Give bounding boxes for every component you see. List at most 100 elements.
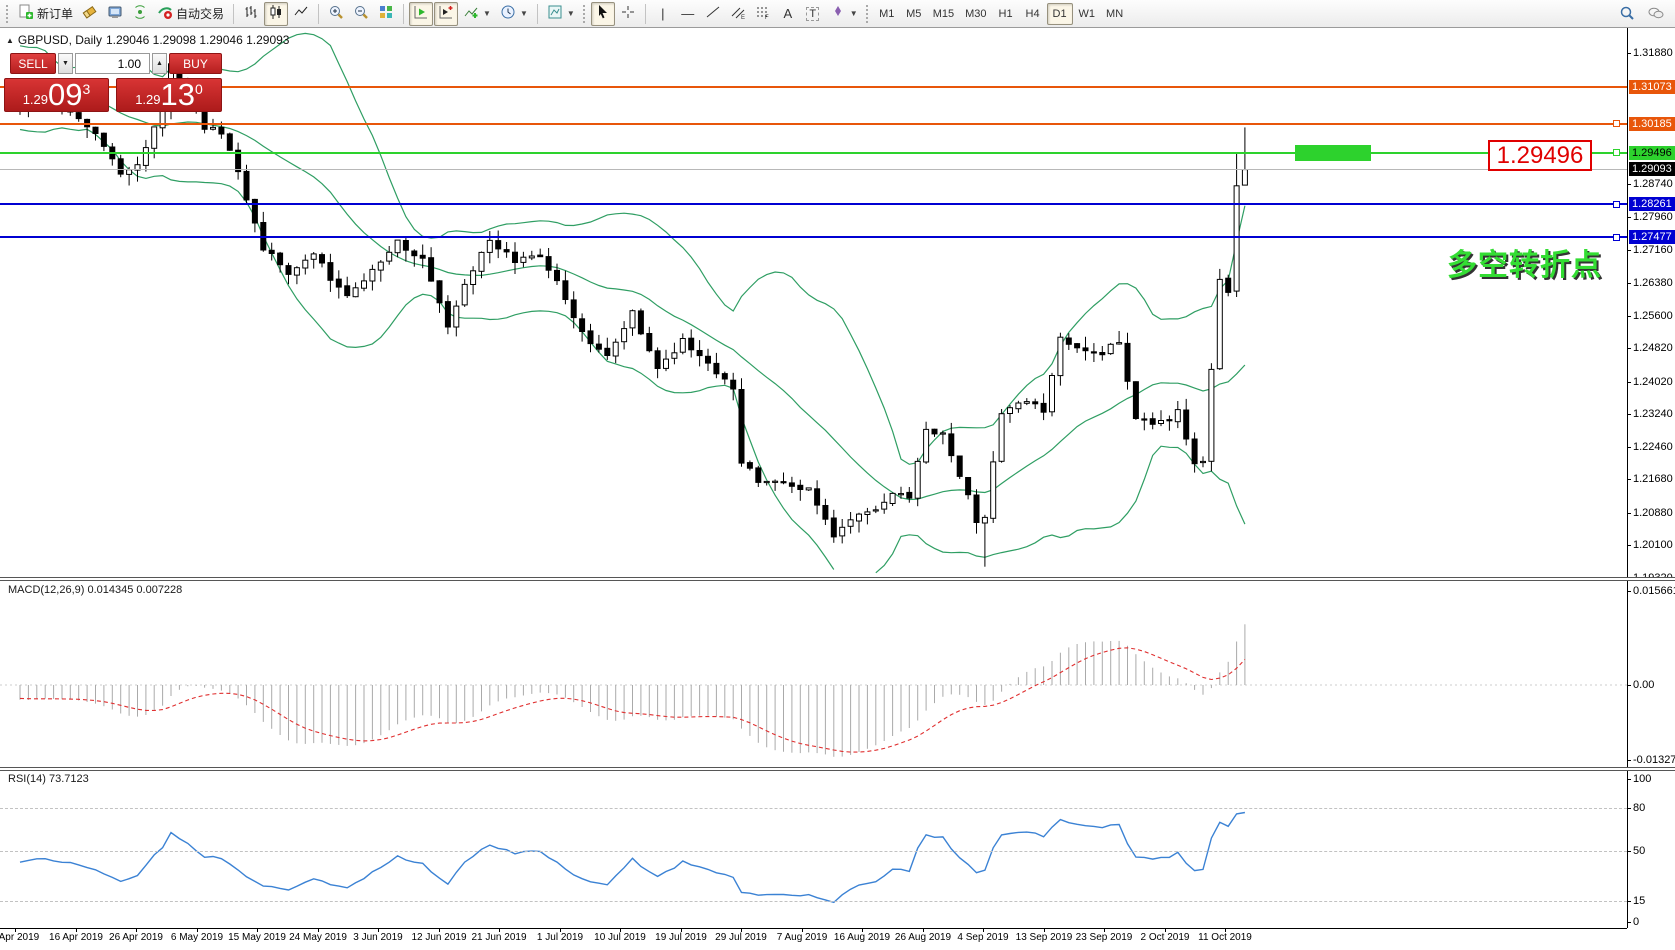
crosshair-button[interactable] xyxy=(616,2,640,26)
date-tick-label: 21 Jun 2019 xyxy=(471,932,526,943)
buy-price-box[interactable]: 1.29130 xyxy=(116,78,222,112)
chat-button[interactable] xyxy=(1643,2,1669,26)
horizontal-level-line[interactable] xyxy=(0,203,1627,205)
tab-timeframe-D1[interactable]: D1 xyxy=(1047,3,1073,25)
trendline-button[interactable] xyxy=(701,2,725,26)
buy-price-pip: 0 xyxy=(195,81,203,97)
zoom-out-button[interactable] xyxy=(349,2,373,26)
date-tick-label: 19 Jul 2019 xyxy=(655,932,707,943)
price-axis-line xyxy=(1627,28,1628,928)
date-tick-label: 3 Jun 2019 xyxy=(353,932,403,943)
tab-timeframe-M5[interactable]: M5 xyxy=(901,3,927,25)
volume-value: 1.00 xyxy=(118,57,141,71)
new-order-button[interactable]: 新订单 xyxy=(14,2,77,26)
price-callout-text: 1.29496 xyxy=(1497,142,1584,170)
horizontal-level-line[interactable] xyxy=(0,86,1627,88)
price-callout-box[interactable]: 1.29496 xyxy=(1488,140,1592,171)
candlestick-chart-button[interactable] xyxy=(264,2,288,26)
horizontal-line-button[interactable]: — xyxy=(676,2,700,26)
date-tick-label: 15 May 2019 xyxy=(228,932,286,943)
tile-windows-button[interactable] xyxy=(374,2,398,26)
toolbar-separator xyxy=(537,4,538,24)
price-tick-label: 1.24020 xyxy=(1633,376,1673,388)
auto-trading-button[interactable]: 自动交易 xyxy=(153,2,228,26)
text-button[interactable]: A xyxy=(776,2,800,26)
buy-price-head: 1.29 xyxy=(135,92,160,107)
collapse-arrow-icon[interactable]: ▲ xyxy=(6,36,14,45)
toolbar-separator xyxy=(318,4,319,24)
auto-scroll-button[interactable] xyxy=(409,2,433,26)
indicators-button[interactable]: ▼ xyxy=(459,2,495,26)
pane-separator[interactable] xyxy=(0,767,1675,771)
toolbar-separator xyxy=(645,4,646,24)
arrows-button[interactable]: ▼ xyxy=(826,2,862,26)
date-tick-label: 16 Aug 2019 xyxy=(834,932,890,943)
vertical-line-button[interactable]: | xyxy=(651,2,675,26)
sell-price-box[interactable]: 1.29093 xyxy=(4,78,109,112)
price-tick-label: 1.23240 xyxy=(1633,408,1673,420)
date-tick-label: 26 Apr 2019 xyxy=(109,932,163,943)
bar-chart-button[interactable] xyxy=(239,2,263,26)
highlight-rectangle[interactable] xyxy=(1295,145,1371,161)
rsi-tick-label: 100 xyxy=(1633,773,1651,785)
sell-price-big: 09 xyxy=(48,80,82,110)
templates-button[interactable]: ▼ xyxy=(543,2,579,26)
tab-timeframe-M1[interactable]: M1 xyxy=(874,3,900,25)
sell-price-head: 1.29 xyxy=(23,92,48,107)
tab-timeframe-M30[interactable]: M30 xyxy=(960,3,991,25)
rsi-tick-label: 50 xyxy=(1633,845,1645,857)
bar-chart-icon xyxy=(243,4,259,23)
volume-down-button[interactable]: ▼ xyxy=(58,53,73,74)
date-tick-label: 16 Apr 2019 xyxy=(49,932,103,943)
fibonacci-icon: F xyxy=(755,4,771,23)
eraser-button[interactable] xyxy=(78,2,102,26)
auto-trading-label: 自动交易 xyxy=(176,5,224,22)
tab-timeframe-H4[interactable]: H4 xyxy=(1020,3,1046,25)
chart-shift-button[interactable] xyxy=(434,2,458,26)
volume-up-button[interactable]: ▲ xyxy=(152,53,167,74)
price-badge: 1.31073 xyxy=(1629,80,1675,94)
horizontal-level-line[interactable] xyxy=(0,169,1627,170)
line-drag-handle[interactable] xyxy=(1613,120,1620,127)
search-icon xyxy=(1619,5,1635,24)
horizontal-level-line[interactable] xyxy=(0,236,1627,238)
line-drag-handle[interactable] xyxy=(1613,149,1620,156)
search-button[interactable] xyxy=(1615,2,1639,26)
macd-label: MACD(12,26,9) 0.014345 0.007228 xyxy=(8,584,182,596)
new-order-icon xyxy=(18,4,34,23)
buy-button-label: BUY xyxy=(183,57,208,71)
horizontal-level-line[interactable] xyxy=(0,152,1627,154)
tab-timeframe-M15[interactable]: M15 xyxy=(928,3,959,25)
terminal-button[interactable] xyxy=(103,2,127,26)
zoom-in-button[interactable] xyxy=(324,2,348,26)
eraser-icon xyxy=(82,4,98,23)
fibonacci-button[interactable]: F xyxy=(751,2,775,26)
turning-point-annotation[interactable]: 多空转折点 xyxy=(1447,240,1602,284)
sell-button[interactable]: SELL xyxy=(10,53,56,74)
date-tick-label: 12 Jun 2019 xyxy=(411,932,466,943)
horizontal-line-icon: — xyxy=(681,7,694,20)
horizontal-level-line[interactable] xyxy=(0,123,1627,125)
pane-separator[interactable] xyxy=(0,577,1675,581)
label-button[interactable]: T xyxy=(801,2,825,26)
price-tick-label: 1.27160 xyxy=(1633,244,1673,256)
periods-button[interactable]: ▼ xyxy=(496,2,532,26)
channel-button[interactable]: E xyxy=(726,2,750,26)
line-drag-handle[interactable] xyxy=(1613,201,1620,208)
line-chart-button[interactable] xyxy=(289,2,313,26)
tab-timeframe-H1[interactable]: H1 xyxy=(993,3,1019,25)
tab-timeframe-MN[interactable]: MN xyxy=(1101,3,1128,25)
tab-timeframe-W1[interactable]: W1 xyxy=(1074,3,1101,25)
price-tick-label: 1.27960 xyxy=(1633,211,1673,223)
vertical-line-icon: | xyxy=(661,7,664,20)
signals-icon xyxy=(132,4,148,23)
line-drag-handle[interactable] xyxy=(1613,234,1620,241)
new-order-label: 新订单 xyxy=(37,5,73,22)
volume-input[interactable]: 1.00 xyxy=(75,53,150,74)
tile-windows-icon xyxy=(378,4,394,23)
price-tick-label: 1.20100 xyxy=(1633,539,1673,551)
rsi-level-line xyxy=(0,901,1627,902)
signals-button[interactable] xyxy=(128,2,152,26)
cursor-button[interactable] xyxy=(591,2,615,26)
buy-button[interactable]: BUY xyxy=(169,53,222,74)
